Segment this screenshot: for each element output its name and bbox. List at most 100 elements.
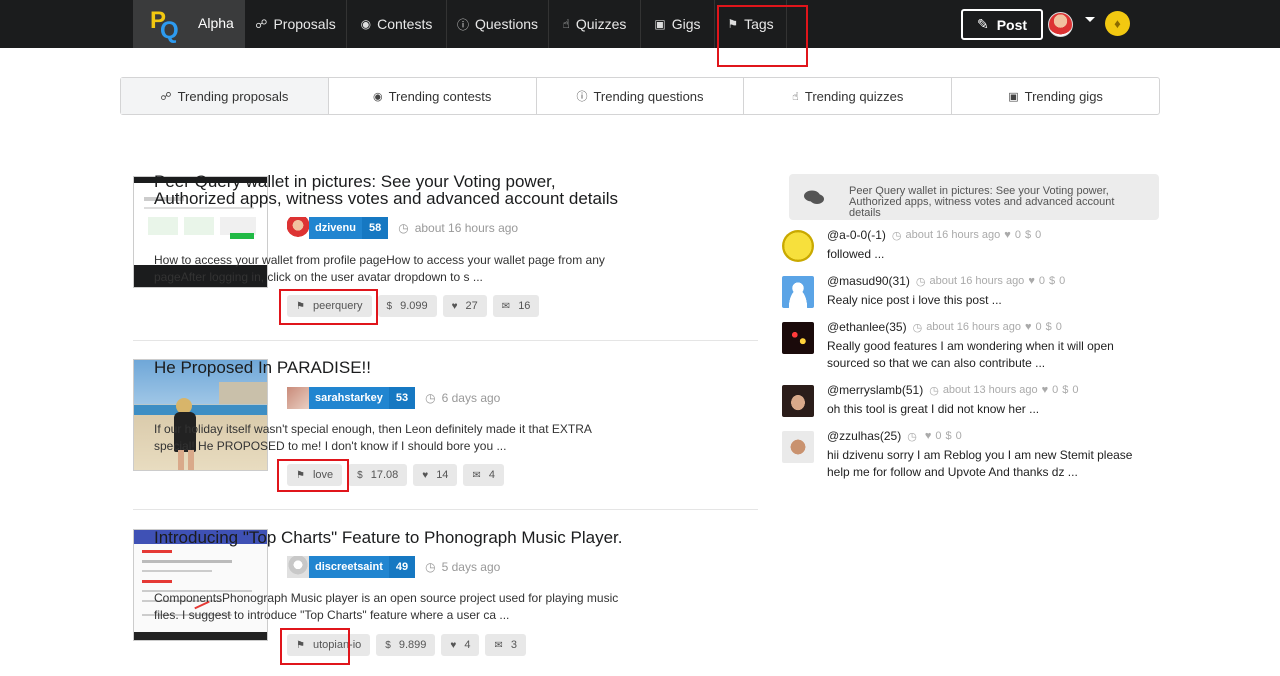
post-excerpt[interactable]: ComponentsPhonograph Music player is an … — [154, 590, 624, 624]
dollar-icon: $ — [1048, 275, 1056, 287]
tab-trending-gigs[interactable]: ▣ Trending gigs — [952, 78, 1159, 114]
nav-item-label: Quizzes — [575, 16, 627, 32]
dollar-icon: $ — [385, 639, 391, 651]
post-title[interactable]: He Proposed In PARADISE!! — [154, 359, 624, 376]
author-reputation: 49 — [388, 556, 416, 578]
post-excerpt[interactable]: How to access your wallet from profile p… — [154, 252, 624, 286]
author-name[interactable]: dzivenu — [309, 217, 362, 239]
clock-icon: ◷ — [398, 221, 409, 235]
payout-value: 9.099 — [400, 300, 428, 312]
post-title[interactable]: Introducing "Top Charts" Feature to Phon… — [154, 529, 624, 546]
comment-text: followed ... — [827, 247, 885, 261]
clock-icon: ◷ — [912, 321, 923, 334]
commenter-avatar[interactable] — [782, 230, 814, 262]
sidebar-comments-header[interactable]: Peer Query wallet in pictures: See your … — [789, 174, 1159, 220]
author-avatar[interactable] — [287, 556, 309, 578]
tab-trending-quizzes[interactable]: ☝ Trending quizzes — [744, 78, 953, 114]
heart-icon[interactable]: ♥ — [1028, 275, 1035, 287]
commenter-avatar[interactable] — [782, 322, 814, 354]
like-chip[interactable]: ♥ 14 — [413, 464, 458, 486]
comments-chip[interactable]: ✉ 4 — [463, 464, 504, 486]
post-time: ◷ about 16 hours ago — [398, 221, 518, 235]
tab-trending-contests[interactable]: ◉ Trending contests — [329, 78, 537, 114]
brand-label: Alpha — [198, 15, 234, 31]
heart-icon[interactable]: ♥ — [1004, 229, 1011, 241]
clock-icon: ◷ — [929, 384, 939, 397]
hand-pointer-icon: ☝ — [562, 17, 570, 31]
post-author-row: dzivenu 58 ◷ about 16 hours ago — [287, 217, 518, 239]
heart-icon: ♥ — [451, 300, 458, 312]
commenter-name[interactable]: @zzulhas(25) — [827, 429, 901, 443]
post-time-text: about 16 hours ago — [414, 221, 519, 235]
comment-meta: ◷ about 16 hours ago ♥ 0 $0 — [892, 229, 1041, 242]
comment-payout: 0 — [955, 430, 962, 442]
commenter-name[interactable]: @a-0-0(-1) — [827, 228, 886, 242]
comment-payout: 0 — [1059, 275, 1066, 287]
gamepad-icon: ◉ — [372, 90, 383, 103]
money-bill-icon: ▣ — [654, 17, 666, 31]
nav-item-label: Contests — [377, 16, 433, 32]
comment-likes: 0 — [1052, 384, 1059, 396]
heart-icon[interactable]: ♥ — [1025, 321, 1032, 333]
dollar-icon: $ — [1024, 229, 1032, 241]
dollar-icon: $ — [1045, 321, 1052, 333]
comment-time: about 16 hours ago — [929, 275, 1025, 287]
dollar-icon: $ — [1062, 384, 1069, 396]
commenter-avatar[interactable] — [782, 276, 814, 308]
post-author-row: discreetsaint 49 ◷ 5 days ago — [287, 556, 500, 578]
tab-trending-proposals[interactable]: ☍ Trending proposals — [121, 78, 329, 114]
post-divider — [133, 509, 758, 510]
sidebar-post-title[interactable]: Peer Query wallet in pictures: See your … — [849, 186, 1149, 219]
post-title[interactable]: Peer Query wallet in pictures: See your … — [154, 173, 624, 207]
commenter-name[interactable]: @merryslamb(51) — [827, 383, 923, 397]
author-avatar[interactable] — [287, 387, 309, 409]
commenter-avatar[interactable] — [782, 385, 814, 417]
commenter-avatar[interactable] — [782, 431, 814, 463]
user-avatar[interactable] — [1048, 12, 1073, 37]
tab-label: Trending quizzes — [804, 88, 904, 104]
payout-value: 9.899 — [398, 639, 427, 651]
nav-item-questions[interactable]: ⓘ Questions — [447, 0, 549, 48]
author-avatar[interactable] — [287, 217, 309, 239]
like-count: 4 — [464, 639, 471, 651]
comment-time: about 16 hours ago — [926, 321, 1021, 333]
post-excerpt[interactable]: If our holiday itself wasn't special eno… — [154, 421, 624, 455]
question-circle-icon: ⓘ — [456, 17, 469, 32]
author-name[interactable]: discreetsaint — [309, 556, 389, 578]
brand-home-link[interactable]: PQ Alpha — [133, 0, 245, 48]
comments-chip[interactable]: ✉ 3 — [485, 634, 526, 656]
commenter-name[interactable]: @ethanlee(35) — [827, 320, 907, 334]
heart-icon[interactable]: ♥ — [1042, 384, 1049, 396]
nav-item-proposals[interactable]: ☍ Proposals — [245, 0, 347, 48]
nav-item-label: Gigs — [671, 16, 701, 32]
top-navbar: PQ Alpha ☍ Proposals ◉ Contests ⓘ Questi… — [0, 0, 1280, 48]
highlight-box — [279, 289, 378, 325]
tab-trending-questions[interactable]: ⓘ Trending questions — [537, 78, 745, 114]
payout-chip: $9.099 — [377, 295, 437, 317]
comments-chip[interactable]: ✉ 16 — [492, 295, 540, 317]
heart-icon[interactable]: ♥ — [925, 430, 932, 442]
like-chip[interactable]: ♥ 4 — [441, 634, 480, 656]
tab-label: Trending questions — [593, 88, 704, 104]
post-button[interactable]: ✎ Post — [961, 9, 1043, 40]
nav-item-quizzes[interactable]: ☝ Quizzes — [549, 0, 641, 48]
highlight-box — [277, 459, 349, 492]
handshake-icon: ☍ — [160, 90, 172, 103]
commenter-name[interactable]: @masud90(31) — [827, 274, 910, 288]
author-name[interactable]: sarahstarkey — [309, 387, 389, 409]
money-bill-icon: ▣ — [1008, 90, 1019, 103]
tab-label: Trending gigs — [1024, 88, 1103, 104]
comment-count: 3 — [510, 639, 517, 651]
gamepad-icon: ◉ — [360, 17, 372, 31]
nav-item-gigs[interactable]: ▣ Gigs — [641, 0, 715, 48]
chevron-down-icon[interactable] — [1085, 17, 1095, 22]
wallet-coin-icon[interactable]: ♦ — [1105, 11, 1130, 36]
like-chip[interactable]: ♥ 27 — [442, 295, 487, 317]
comments-icon: ✉ — [494, 639, 503, 651]
nav-item-contests[interactable]: ◉ Contests — [347, 0, 447, 48]
author-reputation: 58 — [361, 217, 389, 239]
clock-icon: ◷ — [915, 275, 926, 288]
comment-meta: ◷ about 16 hours ago ♥ 0 $0 — [913, 321, 1062, 334]
clock-icon: ◷ — [425, 560, 436, 574]
heart-icon: ♥ — [422, 469, 429, 481]
